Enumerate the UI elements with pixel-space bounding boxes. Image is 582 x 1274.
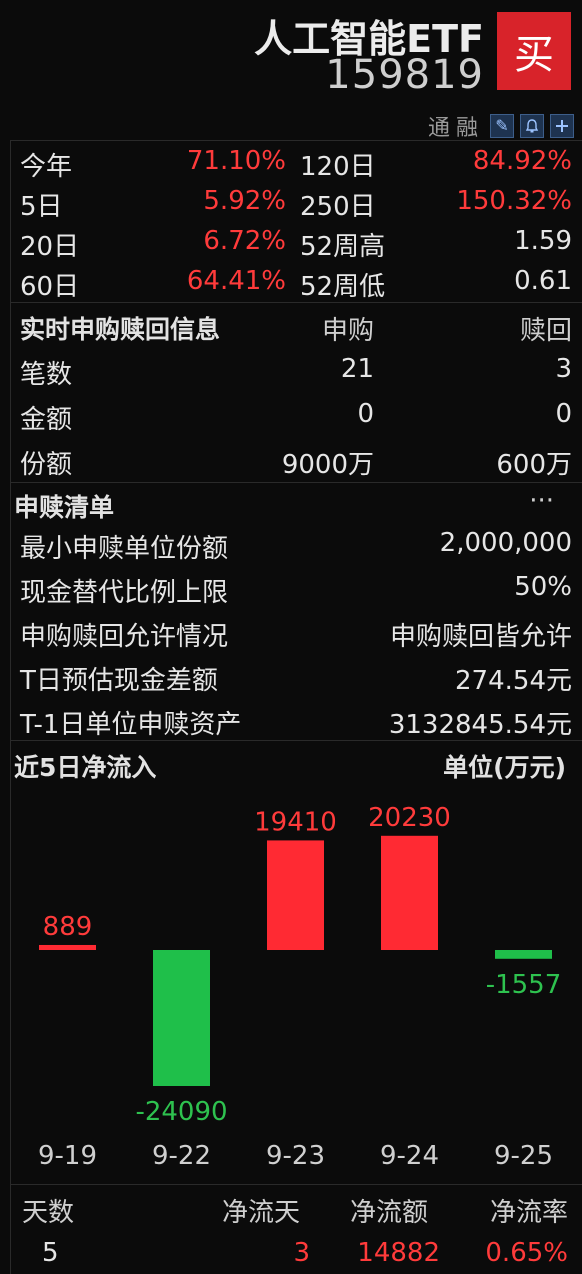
net-flow-chart: 889 9-19 -24090 9-22 19410 9-23 20230 9-24 -1557… — [38, 803, 562, 1171]
flow-value-label: 20230 — [368, 803, 451, 833]
flow-bar-9-22 — [153, 950, 210, 1086]
summary-flow-days: 3 — [293, 1238, 310, 1268]
divider — [10, 1184, 582, 1185]
flow-date-label: 9-22 — [152, 1141, 211, 1171]
flow-bar-9-25 — [495, 950, 552, 959]
summary-days: 5 — [42, 1238, 59, 1268]
flow-date-label: 9-25 — [494, 1141, 553, 1171]
flow-value-label: -24090 — [135, 1097, 227, 1127]
flow-date-label: 9-23 — [266, 1141, 325, 1171]
summary-header-days: 天数 — [22, 1198, 75, 1228]
flow-value-label: 19410 — [254, 807, 337, 837]
flow-bar-9-24 — [381, 835, 438, 950]
summary-flow-amount: 14882 — [357, 1238, 440, 1268]
flow-date-label: 9-19 — [38, 1141, 97, 1171]
flow-value-label: -1557 — [486, 970, 562, 1000]
summary-header-flow-days: 净流天 — [222, 1198, 301, 1228]
summary-header-flow-amount: 净流额 — [350, 1198, 429, 1228]
flow-bar-9-19 — [39, 944, 96, 950]
flow-value-label: 889 — [43, 912, 93, 942]
summary-flow-rate: 0.65% — [485, 1238, 568, 1268]
summary-header-flow-rate: 净流率 — [489, 1198, 568, 1228]
flow-bar-9-23 — [267, 840, 324, 950]
flow-date-label: 9-24 — [380, 1141, 439, 1171]
